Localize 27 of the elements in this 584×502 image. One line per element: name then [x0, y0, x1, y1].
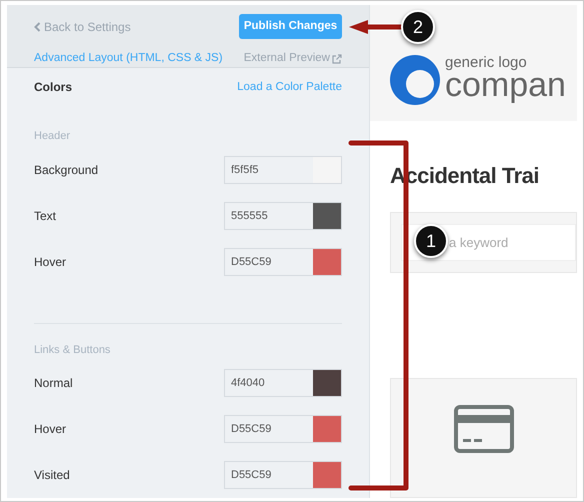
color-label: Hover — [34, 254, 66, 271]
color-swatch[interactable] — [313, 156, 341, 183]
color-swatch[interactable] — [313, 416, 341, 442]
color-label: Visited — [34, 467, 70, 484]
color-input[interactable]: D55C59 — [224, 415, 342, 444]
color-input[interactable]: D55C59 — [224, 248, 342, 276]
external-link-icon — [332, 54, 342, 64]
color-swatch[interactable] — [313, 370, 341, 396]
credit-card-icon — [454, 405, 514, 453]
section-title: Colors — [34, 79, 72, 96]
color-swatch[interactable] — [313, 202, 341, 229]
color-swatch[interactable] — [313, 248, 341, 275]
color-input[interactable]: 4f4040 — [224, 369, 342, 398]
chevron-left-icon — [34, 22, 41, 32]
color-label: Background — [34, 162, 98, 179]
color-label: Text — [34, 208, 56, 225]
color-swatch[interactable] — [313, 462, 341, 488]
color-input[interactable]: D55C59 — [224, 461, 342, 490]
logo-tagline: generic logo — [445, 55, 528, 70]
color-label: Hover — [34, 421, 66, 438]
color-input[interactable]: 555555 — [224, 202, 342, 230]
group-title: Links & Buttons — [34, 342, 112, 358]
color-input[interactable]: f5f5f5 — [224, 156, 342, 184]
logo-icon — [390, 55, 440, 105]
arrow-annotation — [348, 19, 403, 35]
group-title: Header — [34, 129, 72, 144]
color-label: Normal — [34, 375, 73, 392]
